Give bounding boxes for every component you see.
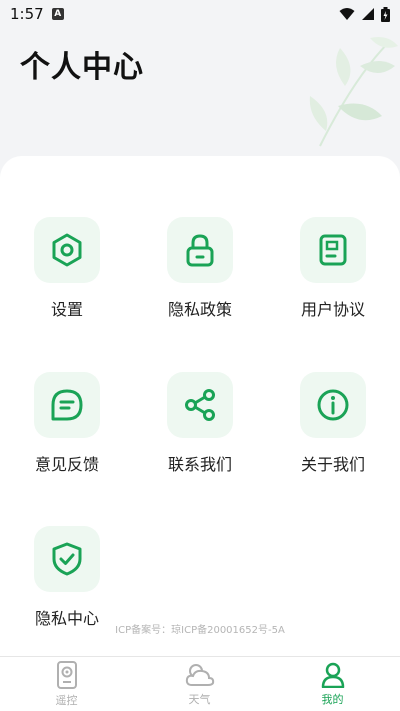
menu-item-feedback[interactable]: 意见反馈	[12, 372, 122, 482]
tab-weather[interactable]: 天气	[133, 657, 266, 711]
feedback-icon-box	[34, 372, 100, 438]
menu-item-contact-us[interactable]: 联系我们	[145, 372, 255, 482]
chat-bubble-icon	[51, 389, 83, 421]
status-time: 1:57	[10, 5, 44, 23]
about-us-icon-box	[300, 372, 366, 438]
tab-label: 天气	[188, 692, 211, 706]
tab-remote[interactable]: 遥控	[0, 657, 133, 711]
menu-item-label: 联系我们	[167, 455, 232, 474]
document-icon	[319, 234, 347, 266]
person-icon	[321, 662, 344, 688]
menu-item-label: 关于我们	[300, 455, 365, 474]
hexagon-nut-icon	[52, 233, 82, 267]
lock-icon	[186, 234, 214, 267]
shield-check-icon	[52, 542, 82, 576]
menu-item-label: 用户协议	[300, 300, 365, 319]
status-bar: 1:57 A	[0, 0, 400, 28]
bottom-tab-bar: 遥控 天气 我的	[0, 656, 400, 711]
user-agreement-icon-box	[300, 217, 366, 283]
menu-item-settings[interactable]: 设置	[12, 217, 122, 327]
leaves-decoration-icon	[309, 37, 398, 147]
page-title: 个人中心	[20, 50, 144, 85]
signal-icon	[362, 8, 374, 20]
weather-icon	[185, 663, 214, 686]
menu-item-user-agreement[interactable]: 用户协议	[278, 217, 388, 327]
icp-record: ICP备案号：琼ICP备20001652号-5A	[115, 625, 285, 636]
remote-icon	[56, 660, 77, 689]
info-icon	[317, 389, 349, 421]
tab-label: 我的	[321, 692, 344, 706]
menu-item-label: 设置	[50, 300, 83, 319]
menu-item-privacy-policy[interactable]: 隐私政策	[145, 217, 255, 327]
privacy-policy-icon-box	[167, 217, 233, 283]
tab-mine[interactable]: 我的	[266, 657, 399, 711]
privacy-center-icon-box	[34, 526, 100, 592]
share-icon	[185, 389, 215, 421]
wifi-icon	[339, 8, 355, 20]
menu-item-about-us[interactable]: 关于我们	[278, 372, 388, 482]
menu-card: 设置 隐私政策 用户协议 意见反馈 联系我们 关于我们 隐私中心	[0, 156, 400, 656]
battery-icon	[381, 6, 390, 22]
menu-item-privacy-center[interactable]: 隐私中心	[12, 526, 122, 636]
tab-label: 遥控	[55, 693, 78, 707]
menu-item-label: 意见反馈	[34, 455, 99, 474]
contact-us-icon-box	[167, 372, 233, 438]
menu-item-label: 隐私政策	[167, 300, 232, 319]
settings-icon-box	[34, 217, 100, 283]
notification-a-icon: A	[51, 8, 64, 20]
